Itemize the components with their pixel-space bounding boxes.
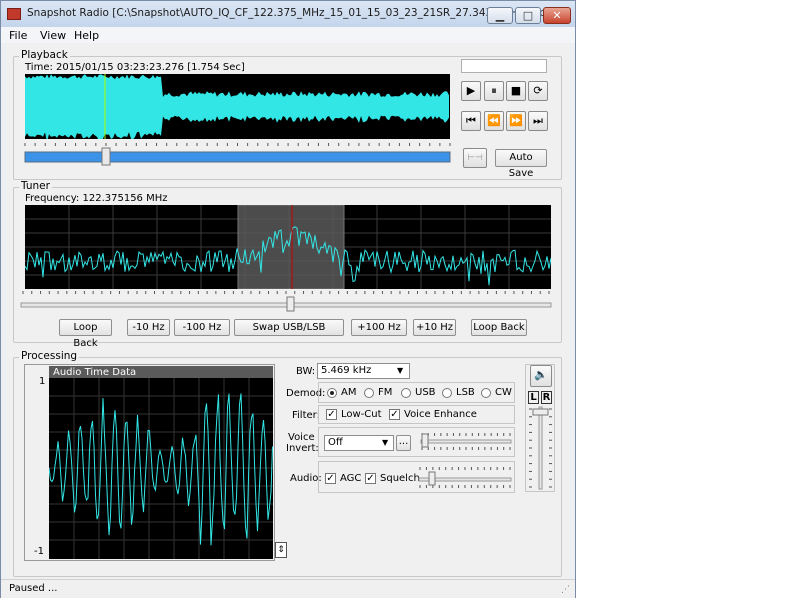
slider-track xyxy=(420,439,512,444)
slider-thumb xyxy=(428,471,436,486)
close-button[interactable]: ✕ xyxy=(543,7,571,24)
voice-invert-value: Off xyxy=(328,437,343,448)
demod-usb-label: USB xyxy=(415,387,436,398)
stop-button[interactable]: ■ xyxy=(506,81,526,101)
skip-to-end-button[interactable]: ⏭ xyxy=(528,111,548,131)
bw-label: BW: xyxy=(296,366,316,377)
swap-usb-lsb-button[interactable]: Swap USB/LSB xyxy=(234,319,344,336)
minus-10hz-button[interactable]: -10 Hz xyxy=(127,319,170,336)
slider-ticks xyxy=(24,143,451,146)
demod-fm-radio[interactable] xyxy=(364,388,374,398)
slider-ticks xyxy=(22,291,550,294)
voice-invert-slider[interactable] xyxy=(419,429,513,455)
slider-track xyxy=(24,151,451,163)
squelch-slider[interactable] xyxy=(417,463,513,491)
bw-value: 5.469 kHz xyxy=(321,365,372,376)
demod-lsb-label: LSB xyxy=(456,387,475,398)
chevron-down-icon: ▼ xyxy=(397,366,404,375)
minimize-button[interactable]: ▁ xyxy=(487,7,513,24)
voice-invert-label-line1: Voice xyxy=(288,432,315,443)
slider-track xyxy=(538,406,543,490)
window-title: Snapshot Radio [C:\Snapshot\AUTO_IQ_CF_1… xyxy=(27,7,550,19)
loop-button[interactable]: ⟳ xyxy=(528,81,548,101)
audio-time-scope xyxy=(49,366,273,559)
slider-thumb xyxy=(532,408,549,416)
voice-invert-options-button[interactable]: ... xyxy=(396,435,411,451)
loop-back-right-button[interactable]: Loop Back xyxy=(471,319,527,336)
lowcut-checkbox[interactable]: ✓ xyxy=(326,409,337,420)
demod-cw-radio[interactable] xyxy=(481,388,491,398)
slider-thumb xyxy=(286,296,295,312)
squelch-checkbox[interactable]: ✓ xyxy=(365,473,376,484)
skip-to-start-button[interactable]: ⏮ xyxy=(461,111,481,131)
voice-invert-select[interactable]: Off ▼ xyxy=(324,435,394,451)
lowcut-label: Low-Cut xyxy=(341,409,382,420)
app-icon[interactable] xyxy=(7,8,21,20)
minus-100hz-button[interactable]: -100 Hz xyxy=(174,319,230,336)
tuner-frequency-readout: Frequency: 122.375156 MHz xyxy=(25,193,168,204)
squelch-label: Squelch xyxy=(380,473,420,484)
maximize-button[interactable]: □ xyxy=(515,7,541,24)
pause-button[interactable]: ⏸ xyxy=(484,81,504,101)
status-text: Paused ... xyxy=(9,583,58,594)
resize-grip-icon[interactable]: ⋰ xyxy=(561,585,570,595)
left-channel-button[interactable]: L xyxy=(528,391,539,404)
demod-lsb-radio[interactable] xyxy=(442,388,452,398)
range-lock-button[interactable]: ⊢⊣ xyxy=(463,148,487,168)
speaker-icon[interactable]: 🔈 xyxy=(530,365,552,387)
right-channel-button[interactable]: R xyxy=(541,391,552,404)
rewind-button[interactable]: ⏪ xyxy=(484,111,504,131)
demod-am-radio[interactable] xyxy=(327,388,337,398)
demod-usb-radio[interactable] xyxy=(401,388,411,398)
play-button[interactable]: ▶ xyxy=(461,81,481,101)
scope-y-min-label: -1 xyxy=(34,546,44,557)
scope-y-max-label: 1 xyxy=(39,376,46,387)
title-bar[interactable]: Snapshot Radio [C:\Snapshot\AUTO_IQ_CF_1… xyxy=(1,1,575,27)
processing-group-label: Processing xyxy=(19,350,80,362)
demod-am-label: AM xyxy=(341,387,357,398)
demod-fm-label: FM xyxy=(378,387,393,398)
chevron-down-icon: ▼ xyxy=(382,438,389,447)
voice-enhance-checkbox[interactable]: ✓ xyxy=(389,409,400,420)
slider-thumb xyxy=(101,147,111,166)
loop-back-left-button[interactable]: Loop Back xyxy=(59,319,112,349)
playback-waveform[interactable] xyxy=(25,74,450,139)
auto-save-button[interactable]: Auto Save xyxy=(495,149,547,179)
scope-scale-toggle[interactable]: ⇕ xyxy=(275,542,287,558)
slider-thumb xyxy=(421,433,429,448)
playback-time-readout: Time: 2015/01/15 03:23:23.276 [1.754 Sec… xyxy=(25,62,245,73)
scope-title: Audio Time Data xyxy=(53,367,137,378)
slider-track xyxy=(20,302,552,308)
main-window: Snapshot Radio [C:\Snapshot\AUTO_IQ_CF_1… xyxy=(0,0,576,598)
playback-position-slider[interactable] xyxy=(15,139,457,171)
menu-view[interactable]: View xyxy=(40,29,66,42)
tuner-frequency-slider[interactable] xyxy=(19,289,555,315)
playback-group-label: Playback xyxy=(19,49,70,61)
agc-label: AGC xyxy=(340,473,362,484)
tuner-passband xyxy=(237,205,345,289)
fast-forward-button[interactable]: ⏩ xyxy=(506,111,526,131)
agc-checkbox[interactable]: ✓ xyxy=(325,473,336,484)
plus-10hz-button[interactable]: +10 Hz xyxy=(413,319,456,336)
playback-display-box xyxy=(461,59,547,73)
tuner-group-label: Tuner xyxy=(19,180,52,192)
plus-100hz-button[interactable]: +100 Hz xyxy=(351,319,407,336)
voice-invert-label-line2: Invert: xyxy=(286,443,319,454)
menu-file[interactable]: File xyxy=(9,29,27,42)
volume-slider[interactable] xyxy=(528,405,554,491)
filter-label: Filter: xyxy=(292,410,320,421)
menu-help[interactable]: Help xyxy=(74,29,99,42)
voice-enhance-label: Voice Enhance xyxy=(404,409,477,420)
tuner-spectrum[interactable] xyxy=(25,205,551,289)
status-bar: Paused ... ⋰ xyxy=(1,579,575,598)
demod-cw-label: CW xyxy=(495,387,512,398)
bw-select[interactable]: 5.469 kHz ▼ xyxy=(317,363,410,379)
